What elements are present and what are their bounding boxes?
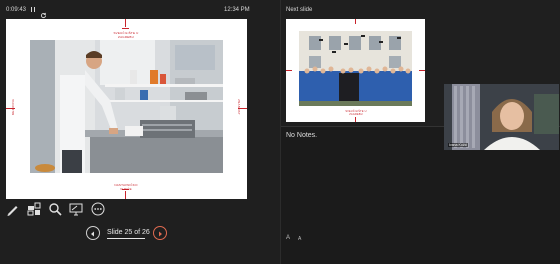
participant-video bbox=[444, 84, 559, 150]
next-slide-label: Next slide bbox=[286, 7, 313, 13]
slide-bottom-text: NASTAVNIČKO VIJEĆE bbox=[114, 183, 138, 191]
slide-counter-underline bbox=[107, 238, 145, 239]
zoom-icon[interactable] bbox=[48, 202, 62, 216]
slide-left-text: MEDICINA bbox=[11, 98, 15, 116]
slide-right-text: ZNANOST bbox=[237, 99, 241, 115]
next-slide-bottom-text: SVEUČILIŠTE U ZAGREBU bbox=[345, 110, 367, 116]
lab-photo bbox=[30, 40, 223, 173]
screen-icon[interactable] bbox=[69, 202, 83, 216]
prev-icon[interactable] bbox=[86, 226, 100, 240]
slide-counter[interactable]: Slide 25 of 26 bbox=[107, 229, 150, 236]
participant-name: Ivana Kožić bbox=[448, 143, 469, 147]
graduation-photo bbox=[299, 31, 412, 106]
decrease-font-button[interactable]: A bbox=[298, 236, 301, 242]
current-slide: SVEUČILIŠTE U ZAGREBU NASTAVNIČKO VIJEĆE… bbox=[6, 19, 247, 199]
presentation-timer: 0:09:43 bbox=[6, 7, 27, 13]
slides-grid-icon[interactable] bbox=[27, 202, 41, 216]
reset-icon[interactable] bbox=[40, 6, 47, 19]
clock: 12:34 PM bbox=[224, 7, 250, 13]
next-icon[interactable] bbox=[153, 226, 167, 240]
more-icon[interactable] bbox=[91, 202, 105, 216]
increase-font-button[interactable]: A bbox=[286, 235, 290, 241]
speaker-notes: No Notes. bbox=[286, 132, 318, 139]
slide-top-text: SVEUČILIŠTE U ZAGREBU bbox=[113, 31, 139, 39]
pen-icon[interactable] bbox=[6, 202, 20, 216]
pause-icon[interactable] bbox=[30, 6, 36, 13]
next-slide-preview[interactable]: SVEUČILIŠTE U ZAGREBU bbox=[286, 19, 425, 122]
